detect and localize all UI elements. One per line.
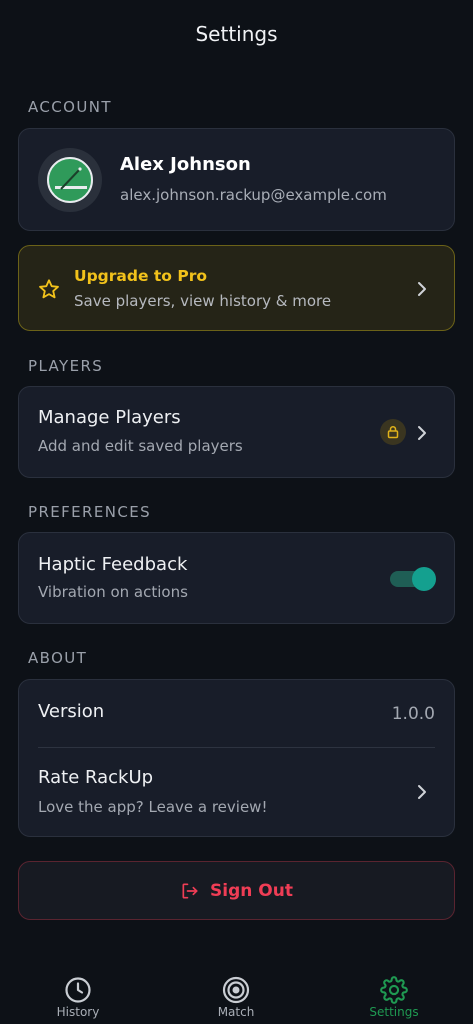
- version-value: 1.0.0: [391, 704, 435, 724]
- upgrade-pro-card[interactable]: Upgrade to Pro Save players, view histor…: [18, 245, 455, 331]
- chevron-right-icon: [418, 785, 426, 799]
- star-icon: [39, 279, 59, 299]
- clock-icon: [65, 977, 91, 1003]
- target-icon: [222, 976, 250, 1004]
- tab-settings-label: Settings: [369, 1005, 419, 1019]
- tab-match-label: Match: [217, 1005, 255, 1019]
- chevron-right-icon: [418, 426, 426, 440]
- lock-icon: [380, 419, 406, 445]
- tab-bar: History Match Settings: [0, 960, 473, 1024]
- section-label-about: ABOUT: [28, 649, 88, 667]
- tab-history[interactable]: History: [38, 976, 118, 1019]
- toggle-knob: [412, 567, 436, 591]
- manage-players-title: Manage Players: [38, 407, 181, 428]
- tab-match[interactable]: Match: [196, 976, 276, 1019]
- section-label-preferences: PREFERENCES: [28, 503, 152, 521]
- account-email: alex.johnson.rackup@example.com: [120, 186, 387, 204]
- sign-out-label: Sign Out: [210, 880, 293, 901]
- upgrade-pro-subtitle: Save players, view history & more: [74, 292, 332, 310]
- haptic-feedback-title: Haptic Feedback: [38, 554, 188, 575]
- about-card: Version 1.0.0 Rate RackUp Love the app? …: [18, 679, 455, 837]
- upgrade-pro-title: Upgrade to Pro: [74, 267, 207, 285]
- tab-history-label: History: [56, 1005, 100, 1019]
- haptic-feedback-row: Haptic Feedback Vibration on actions: [18, 532, 455, 624]
- sign-out-button[interactable]: Sign Out: [18, 861, 455, 920]
- tab-settings[interactable]: Settings: [354, 976, 434, 1019]
- chevron-right-icon: [418, 282, 426, 296]
- page-title: Settings: [195, 22, 278, 46]
- logout-icon: [182, 883, 198, 898]
- haptic-feedback-toggle[interactable]: [390, 567, 436, 591]
- account-name: Alex Johnson: [120, 154, 251, 175]
- gear-icon: [380, 976, 408, 1004]
- section-label-players: PLAYERS: [28, 357, 104, 375]
- rate-app-subtitle: Love the app? Leave a review!: [38, 798, 268, 816]
- manage-players-row[interactable]: Manage Players Add and edit saved player…: [18, 386, 455, 478]
- haptic-feedback-subtitle: Vibration on actions: [38, 583, 188, 601]
- version-label: Version: [38, 701, 105, 722]
- rate-app-title: Rate RackUp: [38, 767, 154, 788]
- avatar: [38, 148, 102, 212]
- section-label-account: ACCOUNT: [28, 98, 112, 116]
- manage-players-subtitle: Add and edit saved players: [38, 437, 243, 455]
- account-card[interactable]: Alex Johnson alex.johnson.rackup@example…: [18, 128, 455, 231]
- pool-table-icon: [47, 157, 93, 203]
- rate-app-row[interactable]: Rate RackUp Love the app? Leave a review…: [19, 748, 454, 836]
